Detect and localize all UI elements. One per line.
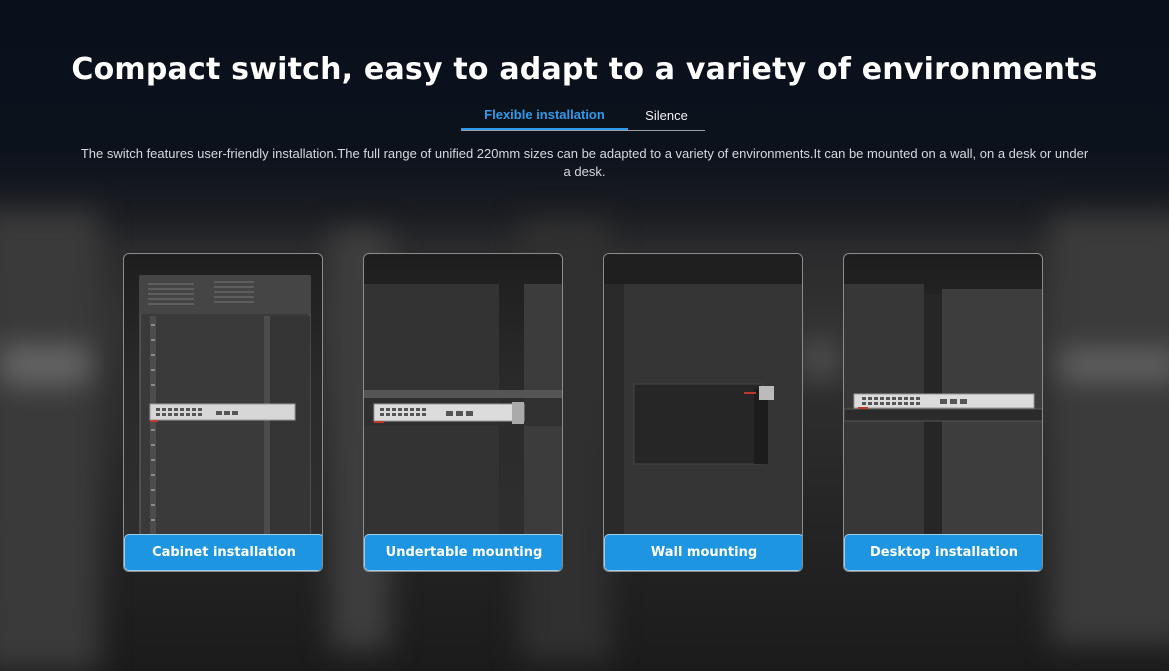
page-title: Compact switch, easy to adapt to a varie…	[71, 52, 1098, 87]
wall-illustration	[604, 254, 802, 544]
description-text: The switch features user-friendly instal…	[80, 146, 1089, 179]
page: Compact switch, easy to adapt to a varie…	[0, 0, 1169, 671]
card-cabinet-installation[interactable]: Cabinet installation	[123, 253, 323, 572]
desktop-illustration	[844, 284, 1042, 544]
undertable-mounting-button[interactable]: Undertable mounting	[364, 534, 562, 571]
card-undertable-mounting[interactable]: Undertable mounting	[363, 253, 563, 572]
undertable-illustration	[364, 284, 562, 544]
tab-bar: Flexible installation Silence	[461, 100, 705, 131]
desktop-installation-button[interactable]: Desktop installation	[844, 534, 1042, 571]
card-desktop-installation[interactable]: Desktop installation	[843, 253, 1043, 572]
tab-flexible-installation[interactable]: Flexible installation	[461, 100, 628, 130]
card-wall-mounting[interactable]: Wall mounting	[603, 253, 803, 572]
cabinet-illustration	[139, 275, 311, 544]
wall-mounting-button[interactable]: Wall mounting	[604, 534, 802, 571]
installation-cards: Cabinet installation Undertable mounting…	[0, 253, 1169, 573]
tab-silence[interactable]: Silence	[628, 100, 705, 130]
cabinet-installation-button[interactable]: Cabinet installation	[124, 534, 322, 571]
